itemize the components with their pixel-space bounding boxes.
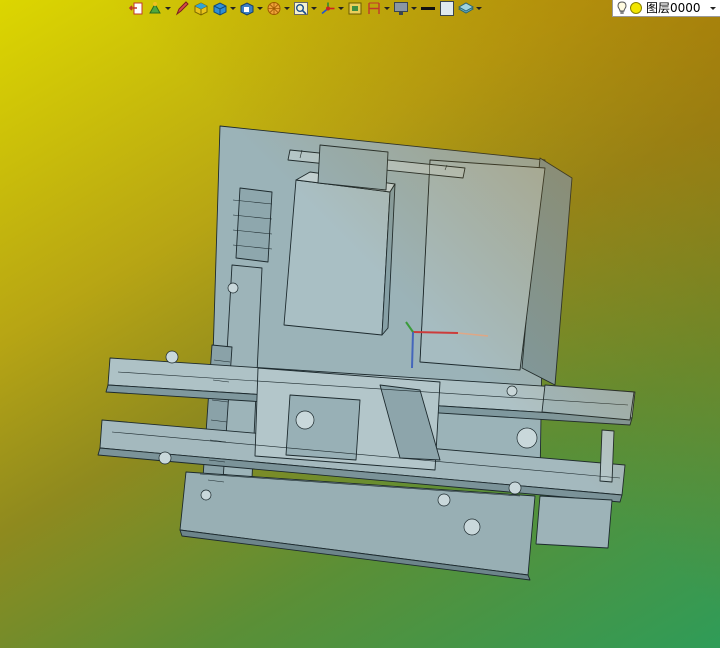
display-monitor-icon: [394, 2, 408, 15]
layer-stack-icon: [458, 2, 474, 14]
view-cube-icon: [240, 2, 254, 16]
chevron-down-icon[interactable]: [338, 7, 344, 10]
display-button[interactable]: [393, 0, 417, 17]
sketch-button[interactable]: [174, 0, 190, 17]
triad-axes-icon: [321, 2, 335, 15]
tree-button[interactable]: [147, 0, 171, 17]
right-motor: [535, 495, 613, 549]
lightbulb-icon[interactable]: [617, 1, 627, 15]
motor-box: [283, 179, 391, 336]
chevron-down-icon[interactable]: [165, 7, 171, 10]
return-button[interactable]: [128, 0, 144, 17]
measure-icon: [368, 2, 380, 14]
tree-node-icon: [149, 2, 161, 14]
layer-color-icon[interactable]: [629, 1, 643, 15]
view-cube-button[interactable]: [239, 0, 263, 17]
solid-box-blue-icon: [213, 2, 227, 16]
chevron-down-icon[interactable]: [284, 7, 290, 10]
layer-dropdown[interactable]: 图层0000: [612, 0, 720, 17]
layer-button[interactable]: [458, 0, 482, 17]
measure-button[interactable]: [366, 0, 390, 17]
solid-blue-button[interactable]: [212, 0, 236, 17]
section-view-button[interactable]: [347, 0, 363, 17]
chevron-down-icon[interactable]: [257, 7, 263, 10]
triad-button[interactable]: [320, 0, 344, 17]
cad-assembly-model[interactable]: [0, 0, 720, 648]
layer-name: 图层0000: [646, 0, 701, 15]
chevron-down-icon[interactable]: [230, 7, 236, 10]
line-weight-icon: [421, 7, 435, 10]
zoom-fit-icon: [294, 2, 308, 15]
pencil-sketch-icon: [175, 1, 189, 16]
line-weight-button[interactable]: [420, 0, 436, 17]
chevron-down-icon[interactable]: [311, 7, 317, 10]
chevron-down-icon[interactable]: [411, 7, 417, 10]
render-sphere-icon: [267, 2, 281, 15]
chevron-down-icon[interactable]: [710, 7, 716, 10]
render-button[interactable]: [266, 0, 290, 17]
return-arrow-icon: [128, 2, 143, 15]
solid-yellow-button[interactable]: [193, 0, 209, 17]
section-view-icon: [348, 2, 362, 15]
solid-box-yellow-icon: [194, 2, 208, 16]
cad-viewport[interactable]: 图层0000: [0, 0, 720, 648]
color-swatch-button[interactable]: [439, 0, 455, 17]
color-swatch-icon: [440, 1, 454, 16]
zoom-fit-button[interactable]: [293, 0, 317, 17]
chevron-down-icon[interactable]: [476, 7, 482, 10]
chevron-down-icon[interactable]: [384, 7, 390, 10]
